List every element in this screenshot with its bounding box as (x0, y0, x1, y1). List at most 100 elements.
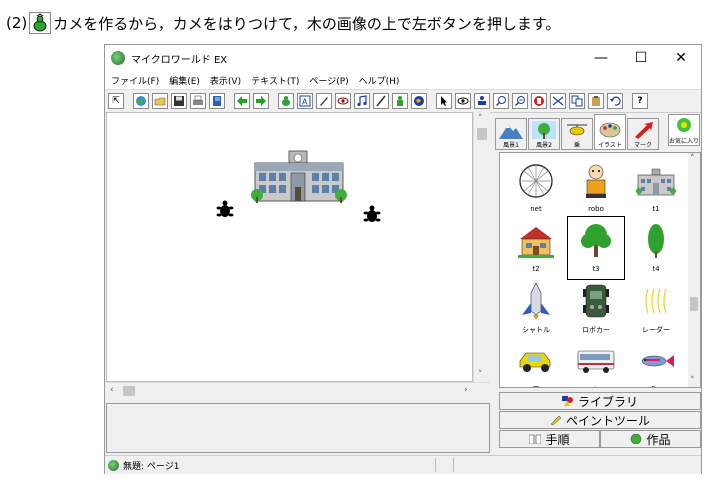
scroll-left-icon[interactable]: ‹ (110, 385, 114, 395)
building-icon (636, 168, 676, 196)
gallery-item-net[interactable]: net (508, 157, 564, 219)
turtle-sprite-left[interactable] (216, 200, 234, 218)
app-globe-icon (111, 51, 125, 65)
minimize-button[interactable]: — (581, 45, 621, 71)
arrow-left-icon[interactable] (234, 93, 250, 109)
window-title: マイクロワールド EX (131, 54, 228, 66)
gallery-item-t4[interactable]: t4 (628, 217, 684, 279)
scroll-up-icon[interactable]: ˄ (478, 114, 483, 124)
copy-icon[interactable] (569, 93, 585, 109)
tab-illustration[interactable]: イラスト (594, 114, 626, 150)
arrow-right-icon[interactable] (253, 93, 269, 109)
close-button[interactable]: ✕ (661, 45, 701, 71)
gallery-item-t1[interactable]: t1 (628, 157, 684, 219)
stop-hand-icon[interactable] (531, 93, 547, 109)
vertical-scroll-thumb[interactable] (477, 128, 487, 140)
canvas-horizontal-scrollbar[interactable]: ‹ › (106, 382, 490, 399)
flower-icon (677, 118, 691, 132)
music-icon[interactable] (354, 93, 370, 109)
tab-mark[interactable]: マーク (627, 118, 659, 150)
menu-page[interactable]: ページ(P) (309, 74, 348, 87)
turtle-sprite-right[interactable] (363, 205, 381, 223)
gallery-item-bus[interactable]: バス (568, 337, 624, 387)
gallery-item-radar[interactable]: レーダー (628, 277, 684, 339)
print-icon[interactable] (190, 93, 206, 109)
tab-scenery2[interactable]: 風景2 (528, 118, 560, 150)
shapes-panel: 風景1 風景2 乗 イラスト マーク お気に入り net robo t1 t2 … (495, 112, 702, 452)
gallery-scroll-down-icon[interactable]: ˅ (690, 376, 695, 386)
menu-edit[interactable]: 編集(E) (169, 74, 200, 87)
tab-vehicle[interactable]: 乗 (561, 118, 593, 150)
drawing-canvas[interactable] (106, 112, 473, 382)
gallery-label: バス (589, 385, 603, 387)
tab-scenery1[interactable]: 風景1 (495, 118, 527, 150)
globe-icon[interactable] (133, 93, 149, 109)
library-label: ライブラリ (577, 394, 638, 409)
works-button[interactable]: 作品 (600, 430, 701, 448)
globe2-icon[interactable] (411, 93, 427, 109)
arrow-cursor-icon[interactable] (436, 93, 452, 109)
net-ball-icon (519, 164, 553, 198)
eye-icon[interactable] (335, 93, 351, 109)
gallery-item-t2[interactable]: t2 (508, 217, 564, 279)
tree-scene-icon (532, 121, 556, 139)
text-box-icon[interactable]: A (297, 93, 313, 109)
favorites-button[interactable]: お気に入り (668, 114, 700, 146)
gallery-item-fish[interactable]: 魚1 (628, 337, 684, 387)
horizontal-scroll-thumb[interactable] (123, 386, 135, 396)
menu-text[interactable]: テキスト(T) (251, 74, 299, 87)
gallery-scroll-thumb[interactable] (690, 297, 698, 311)
gallery-item-car[interactable]: 車 (508, 337, 564, 387)
paintbrush-icon (550, 415, 562, 425)
gallery-item-robo[interactable]: robo (568, 157, 624, 219)
scroll-down-icon[interactable]: ˅ (478, 370, 483, 380)
school-building-sprite[interactable] (251, 150, 347, 203)
tab-illustration-label: イラスト (598, 142, 622, 149)
gallery-item-robocar[interactable]: ロボカー (568, 277, 624, 339)
menu-file[interactable]: ファイル(F) (111, 74, 159, 87)
open-book-icon (529, 434, 542, 444)
tab-vehicle-label: 乗 (573, 142, 580, 149)
pointer-select-icon[interactable]: ⇱ (108, 93, 124, 109)
help-icon[interactable]: ? (632, 93, 648, 109)
zoom-in-icon[interactable] (493, 93, 509, 109)
figure-icon[interactable] (392, 93, 408, 109)
procedure-button[interactable]: 手順 (499, 430, 600, 448)
turtle-icon[interactable] (278, 93, 294, 109)
robot-icon (586, 164, 606, 198)
radar-icon (645, 288, 667, 314)
status-text: 無題: ページ1 (123, 461, 180, 472)
gallery-item-shuttle[interactable]: シャトル (508, 277, 564, 339)
gallery-label: レーダー (642, 326, 670, 334)
gallery-label: 車 (533, 385, 540, 387)
library-button[interactable]: ライブラリ (499, 392, 701, 410)
brush-icon[interactable] (373, 93, 389, 109)
menu-help[interactable]: ヘルプ(H) (359, 74, 400, 87)
save-icon[interactable] (171, 93, 187, 109)
painter-icon[interactable] (316, 93, 332, 109)
notebook-icon[interactable] (209, 93, 225, 109)
paint-tool-button[interactable]: ペイントツール (499, 411, 701, 429)
turtle-stamp-icon (29, 12, 52, 34)
command-center[interactable] (106, 403, 490, 453)
instruction-line: (2) カメを作るから，カメをはりつけて，木の画像の上で左ボタンを押します。 (6, 12, 560, 34)
instruction-prefix: (2) (6, 14, 28, 32)
tab-scenery1-label: 風景1 (503, 142, 519, 149)
title-bar[interactable]: マイクロワールド EX — ☐ ✕ (105, 45, 701, 71)
gallery-scroll-up-icon[interactable]: ˄ (690, 154, 695, 164)
maximize-button[interactable]: ☐ (621, 45, 661, 71)
eye-tool-icon[interactable] (455, 93, 471, 109)
canvas-vertical-scrollbar[interactable]: ˄ ˅ (473, 112, 490, 382)
menu-view[interactable]: 表示(V) (210, 74, 241, 87)
scissors-icon[interactable] (550, 93, 566, 109)
car-icon (519, 352, 551, 372)
stamp-icon[interactable] (474, 93, 490, 109)
undo-icon[interactable] (607, 93, 623, 109)
status-globe-icon (108, 459, 119, 471)
open-folder-icon[interactable] (152, 93, 168, 109)
gallery-scrollbar[interactable]: ˄ ˅ (688, 153, 700, 387)
zoom-out-icon[interactable] (512, 93, 528, 109)
paste-icon[interactable] (588, 93, 604, 109)
gallery-item-t3[interactable]: t3 (567, 216, 625, 280)
scroll-right-icon[interactable]: › (464, 385, 468, 395)
